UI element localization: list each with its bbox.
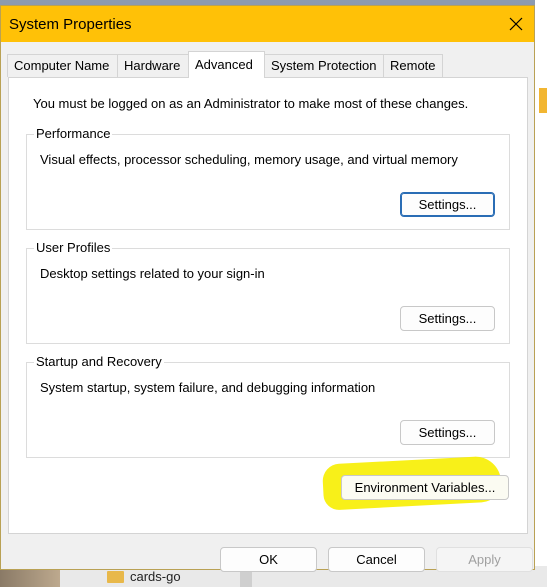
user-profiles-group: User Profiles Desktop settings related t… [26, 240, 510, 344]
cancel-button[interactable]: Cancel [328, 547, 425, 572]
startup-recovery-description: System startup, system failure, and debu… [40, 380, 376, 395]
performance-group: Performance Visual effects, processor sc… [26, 126, 510, 230]
tab-remote[interactable]: Remote [383, 54, 443, 77]
desktop-right-strip [535, 0, 547, 587]
tab-system-protection[interactable]: System Protection [264, 54, 384, 77]
apply-button[interactable]: Apply [436, 547, 533, 572]
startup-recovery-title: Startup and Recovery [34, 354, 164, 369]
tab-computer-name[interactable]: Computer Name [7, 54, 118, 77]
close-icon [509, 17, 522, 31]
close-button[interactable] [497, 6, 534, 42]
performance-settings-button[interactable]: Settings... [400, 192, 495, 217]
performance-description: Visual effects, processor scheduling, me… [40, 152, 458, 167]
system-properties-window: System Properties Computer Name Hardware… [0, 5, 535, 572]
environment-variables-button[interactable]: Environment Variables... [341, 475, 509, 500]
tab-hardware[interactable]: Hardware [117, 54, 189, 77]
user-profiles-title: User Profiles [34, 240, 113, 255]
ok-button[interactable]: OK [220, 547, 317, 572]
window-title: System Properties [9, 16, 132, 33]
title-bar[interactable]: System Properties [1, 6, 534, 42]
user-profiles-description: Desktop settings related to your sign-in [40, 266, 265, 281]
folder-label[interactable]: cards-go [130, 569, 181, 584]
startup-recovery-settings-button[interactable]: Settings... [400, 420, 495, 445]
background-window-edge [539, 88, 547, 113]
admin-notice: You must be logged on as an Administrato… [33, 96, 469, 111]
tab-advanced[interactable]: Advanced [188, 51, 265, 78]
startup-recovery-group: Startup and Recovery System startup, sys… [26, 354, 510, 458]
user-profiles-settings-button[interactable]: Settings... [400, 306, 495, 331]
folder-icon [107, 571, 124, 583]
performance-title: Performance [34, 126, 113, 141]
